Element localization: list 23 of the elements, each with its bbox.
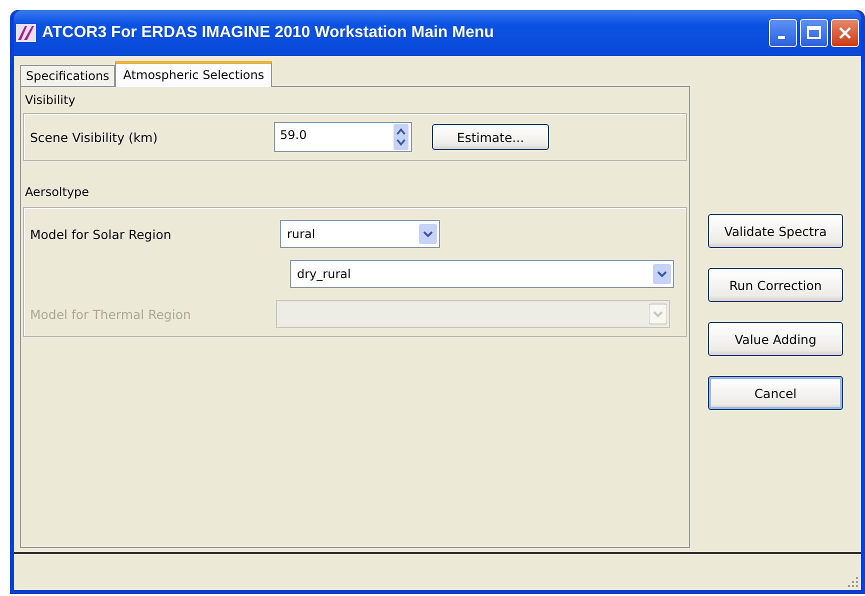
resize-grip-icon[interactable] [847,576,859,588]
run-correction-button[interactable]: Run Correction [708,268,843,302]
app-logo-icon [16,24,36,42]
window-title: ATCOR3 For ERDAS IMAGINE 2010 Workstation Main Menu [42,24,495,42]
minimize-button[interactable] [769,19,797,47]
estimate-button[interactable]: Estimate... [432,124,549,150]
validate-spectra-button[interactable]: Validate Spectra [708,214,843,248]
tab[interactable]: Specifications [20,65,116,86]
dropdown-arrow-icon [649,303,667,325]
field-label: Model for Thermal Region [30,306,192,322]
dropdown[interactable]: rural [280,220,440,248]
close-button[interactable] [831,19,859,47]
cancel-button[interactable]: Cancel [708,376,843,410]
tab[interactable]: Atmospheric Selections [115,61,272,87]
value-adding-button[interactable]: Value Adding [708,322,843,356]
spin-field[interactable]: 59.0 [274,122,412,152]
field-label: Model for Solar Region [30,226,172,242]
maximize-button[interactable] [800,19,828,47]
field-label: Scene Visibility (km) [30,130,159,144]
section-heading: Visibility [24,93,76,109]
section-heading: Aersoltype [24,185,90,201]
spin-arrows-icon[interactable] [393,124,409,150]
dropdown[interactable]: dry_rural [290,260,674,288]
